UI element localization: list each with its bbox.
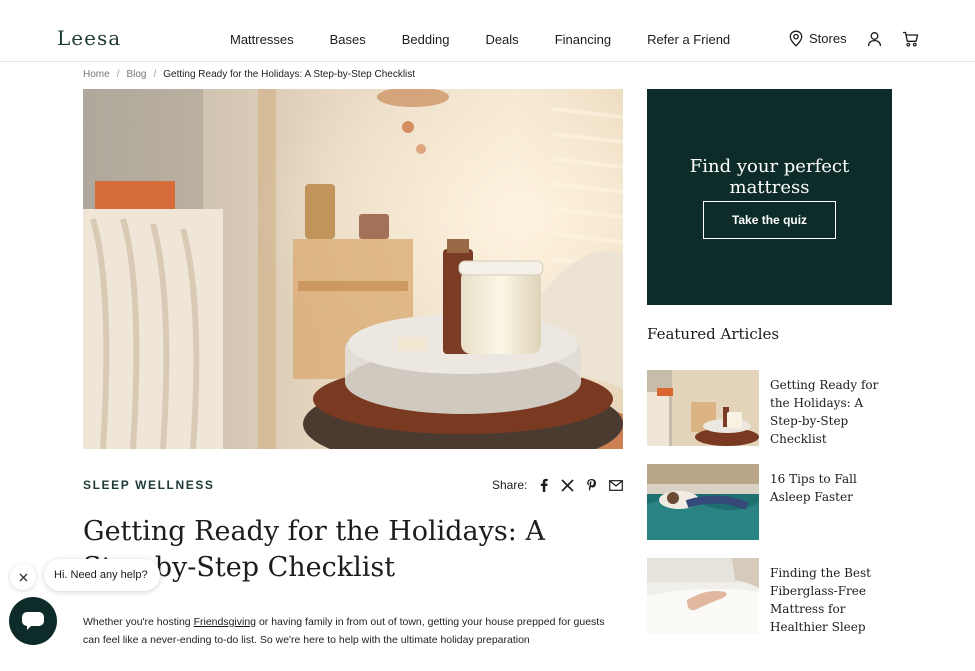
- nav-mattresses[interactable]: Mattresses: [230, 32, 294, 47]
- article-thumbnail[interactable]: [647, 370, 759, 446]
- article-title: Getting Ready for the Holidays: A Step-b…: [83, 516, 545, 583]
- chat-launcher-button[interactable]: [9, 597, 57, 645]
- leesa-logo[interactable]: Leesa: [57, 26, 121, 50]
- header-actions: Stores: [789, 30, 919, 47]
- x-icon: [561, 478, 574, 492]
- close-icon: [19, 573, 27, 581]
- cart-icon: [902, 31, 918, 47]
- stores-link[interactable]: Stores: [789, 30, 847, 47]
- location-pin-icon: [789, 30, 803, 47]
- cart-button[interactable]: [902, 31, 919, 47]
- featured-article-title[interactable]: 16 Tips to Fall Asleep Faster: [770, 470, 895, 506]
- chat-close-button[interactable]: [10, 564, 36, 590]
- friendsgiving-link[interactable]: Friendsgiving: [194, 616, 256, 628]
- email-icon: [609, 479, 624, 491]
- facebook-icon: [541, 478, 549, 492]
- stores-label: Stores: [809, 31, 847, 46]
- nav-deals[interactable]: Deals: [485, 32, 518, 47]
- breadcrumb-home[interactable]: Home: [83, 69, 110, 80]
- featured-article-title[interactable]: Finding the Best Fiberglass-Free Mattres…: [770, 564, 895, 636]
- featured-article[interactable]: Getting Ready for the Holidays: A Step-b…: [647, 370, 897, 446]
- breadcrumb-separator: /: [116, 69, 120, 80]
- share-pinterest[interactable]: [586, 478, 597, 492]
- featured-article[interactable]: 16 Tips to Fall Asleep Faster: [647, 464, 897, 540]
- share-x[interactable]: [561, 478, 574, 492]
- breadcrumb-separator: /: [153, 69, 157, 80]
- share-bar: Share:: [492, 478, 624, 492]
- article-category[interactable]: SLEEP WELLNESS: [83, 478, 215, 492]
- nav-financing[interactable]: Financing: [555, 32, 611, 47]
- intro-text-start: Whether you're hosting: [83, 616, 194, 628]
- share-facebook[interactable]: [539, 478, 549, 492]
- featured-article[interactable]: Finding the Best Fiberglass-Free Mattres…: [647, 558, 897, 634]
- article-thumbnail[interactable]: [647, 558, 759, 634]
- quiz-card: Find your perfect mattress: [647, 89, 892, 305]
- share-email[interactable]: [609, 479, 624, 491]
- site-header: Leesa Mattresses Bases Bedding Deals Fin…: [0, 0, 975, 62]
- share-label: Share:: [492, 478, 528, 492]
- nav-refer-a-friend[interactable]: Refer a Friend: [647, 32, 730, 47]
- article-intro: Whether you're hosting Friendsgiving or …: [83, 613, 623, 649]
- chat-prompt-bubble[interactable]: Hi. Need any help?: [44, 559, 160, 591]
- breadcrumb: Home / Blog / Getting Ready for the Holi…: [83, 69, 415, 80]
- take-quiz-button[interactable]: Take the quiz: [703, 201, 836, 239]
- nav-bedding[interactable]: Bedding: [402, 32, 450, 47]
- nav-bases[interactable]: Bases: [330, 32, 366, 47]
- breadcrumb-blog[interactable]: Blog: [126, 69, 146, 80]
- user-icon: [867, 31, 881, 46]
- hero-image: [83, 89, 623, 449]
- account-button[interactable]: [867, 31, 882, 47]
- breadcrumb-current: Getting Ready for the Holidays: A Step-b…: [163, 69, 416, 80]
- featured-article-title[interactable]: Getting Ready for the Holidays: A Step-b…: [770, 376, 895, 448]
- chat-prompt-text: Hi. Need any help?: [54, 569, 148, 581]
- article-thumbnail[interactable]: [647, 464, 759, 540]
- quiz-title: Find your perfect mattress: [689, 156, 850, 198]
- main-nav: Mattresses Bases Bedding Deals Financing…: [230, 32, 766, 47]
- pinterest-icon: [587, 479, 597, 491]
- chat-icon: [22, 612, 44, 630]
- featured-articles-heading: Featured Articles: [647, 325, 780, 343]
